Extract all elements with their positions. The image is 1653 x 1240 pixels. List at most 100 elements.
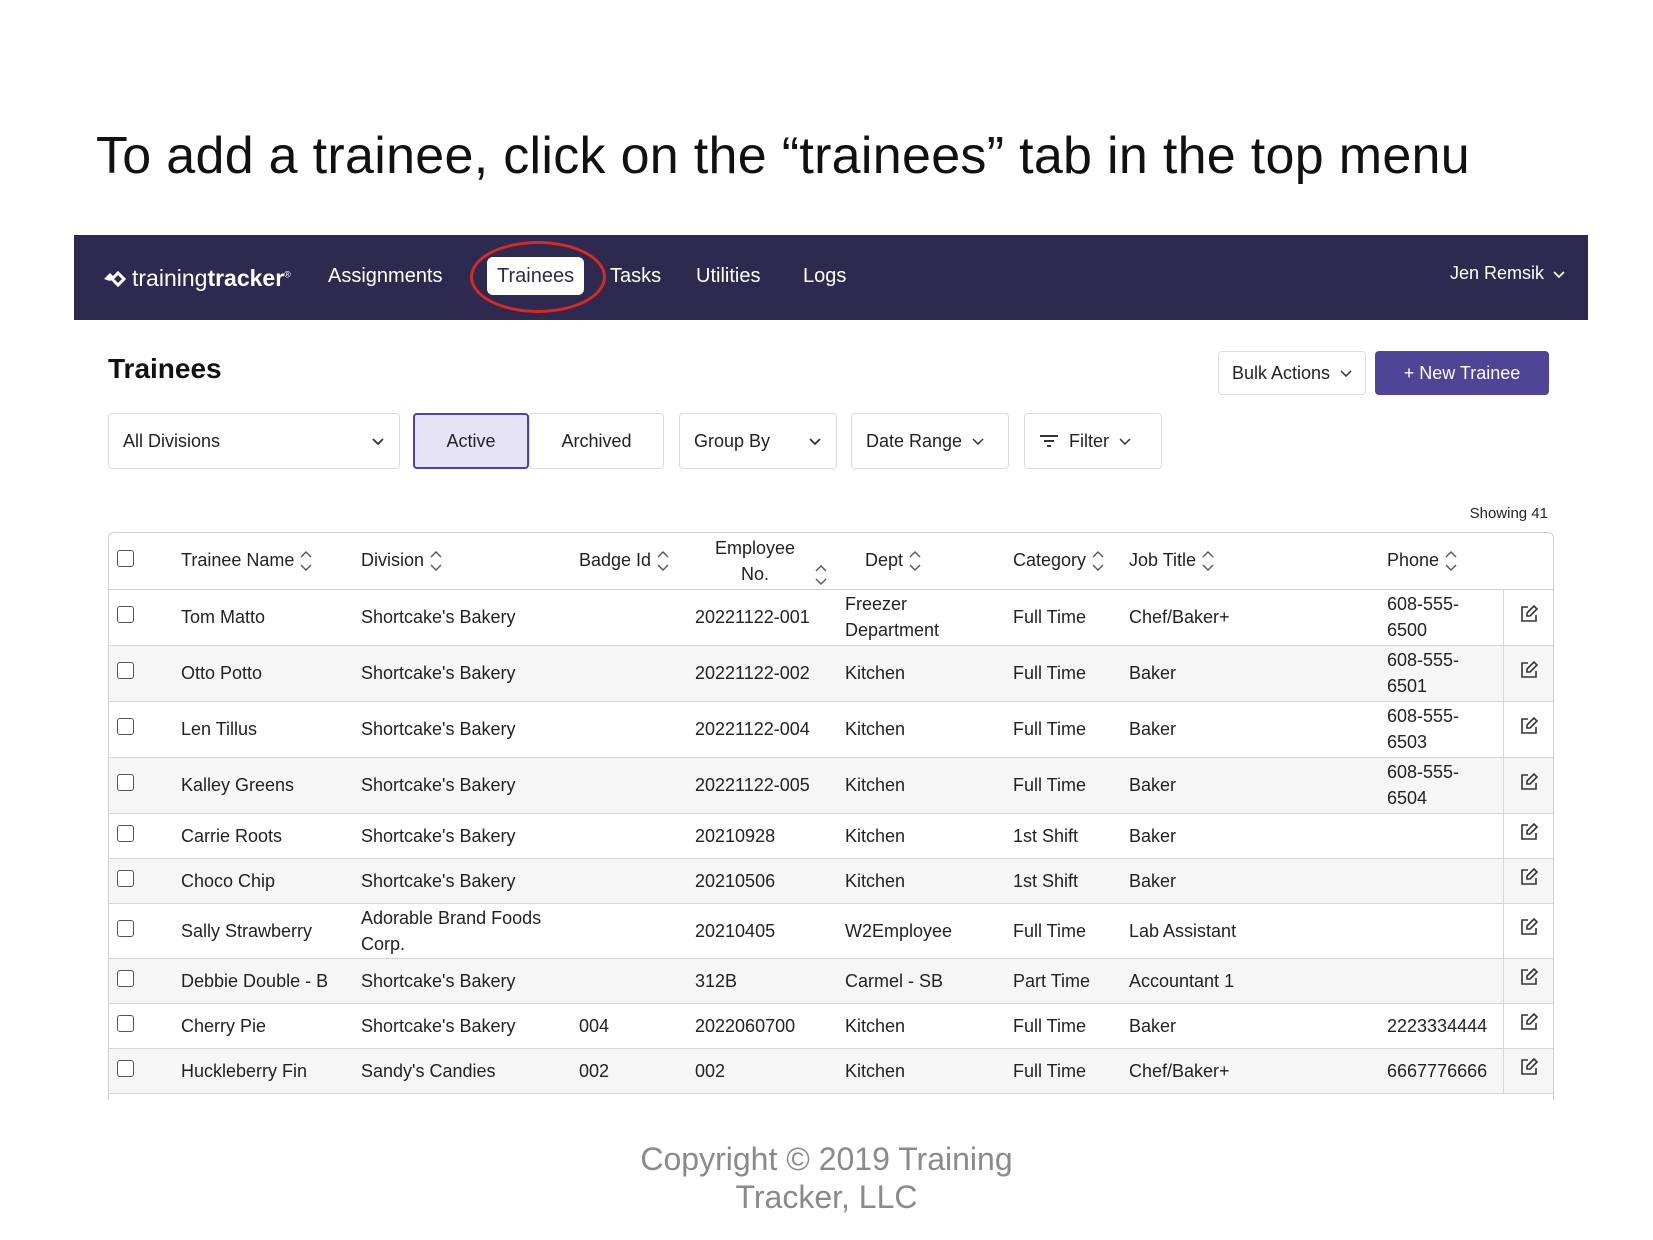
cell-trainee-name: Choco Chip xyxy=(181,870,276,891)
edit-icon[interactable] xyxy=(1519,1012,1539,1032)
page-title: Trainees xyxy=(108,353,222,384)
col-header-employee[interactable]: Employee No. xyxy=(695,533,845,590)
row-checkbox[interactable] xyxy=(117,824,134,842)
logo-registered-mark: ® xyxy=(284,269,291,280)
bulk-actions-button[interactable]: Bulk Actions xyxy=(1218,351,1366,395)
cell-phone: 608-555-6504 xyxy=(1387,762,1460,808)
col-header-name[interactable]: Trainee Name xyxy=(181,533,361,590)
cell-division: Shortcake's Bakery xyxy=(361,825,516,846)
row-checkbox[interactable] xyxy=(117,774,134,791)
col-header-badge[interactable]: Badge Id xyxy=(579,533,695,590)
edit-icon[interactable] xyxy=(1519,660,1539,680)
cell-phone: 2223334444 xyxy=(1387,1015,1488,1036)
cell-division: Shortcake's Bakery xyxy=(361,663,516,683)
chevron-down-icon xyxy=(1553,270,1565,278)
cell-employee-no: 20221122-002 xyxy=(695,663,810,683)
edit-icon[interactable] xyxy=(1519,822,1539,842)
slide-instruction: To add a trainee, click on the “trainees… xyxy=(96,127,1470,185)
nav-tasks[interactable]: Tasks xyxy=(600,257,671,295)
table-row[interactable]: Debbie Double - B Shortcake's Bakery 312B C… xyxy=(109,958,1553,1004)
table-row[interactable]: Carrie Roots Shortcake's Bakery 20210928 Ki… xyxy=(109,813,1553,859)
edit-icon[interactable] xyxy=(1519,1057,1539,1077)
cell-dept: Kitchen xyxy=(845,719,906,739)
date-range-select[interactable]: Date Range xyxy=(851,413,1009,469)
row-checkbox[interactable] xyxy=(117,662,134,679)
cell-category: Full Time xyxy=(1013,1015,1087,1036)
row-checkbox[interactable] xyxy=(117,869,134,887)
cell-phone: 608-555-6501 xyxy=(1387,650,1460,696)
row-checkbox[interactable] xyxy=(117,1014,134,1032)
cell-dept: Kitchen xyxy=(845,1060,906,1081)
group-by-select[interactable]: Group By xyxy=(679,413,837,469)
col-header-phone[interactable]: Phone xyxy=(1387,533,1503,590)
edit-icon[interactable] xyxy=(1519,867,1539,887)
chevron-down-icon xyxy=(1119,438,1131,445)
cell-phone: 608-555-6500 xyxy=(1387,594,1460,640)
nav-trainees[interactable]: Trainees xyxy=(487,257,585,295)
date-range-label: Date Range xyxy=(866,430,963,451)
sort-icon xyxy=(1445,550,1457,571)
col-header-division[interactable]: Division xyxy=(361,533,579,590)
col-header-category[interactable]: Category xyxy=(1013,533,1129,590)
table-row[interactable]: Len Tillus Shortcake's Bakery 20221122-004… xyxy=(109,701,1553,758)
cell-employee-no: 20221122-004 xyxy=(695,719,810,739)
cell-employee-no: 20210405 xyxy=(695,920,776,941)
table-row[interactable]: Cherry Pie Shortcake's Bakery 004 202206070… xyxy=(109,1003,1553,1049)
cell-category: Full Time xyxy=(1013,719,1087,739)
active-toggle[interactable]: Active xyxy=(413,413,529,469)
archived-toggle[interactable]: Archived xyxy=(529,413,664,469)
cell-dept: Kitchen xyxy=(845,870,906,891)
logo[interactable]: trainingtracker® xyxy=(102,265,291,292)
cell-trainee-name: Sally Strawberry xyxy=(181,920,313,941)
select-all-checkbox[interactable] xyxy=(117,549,134,567)
cell-category: Full Time xyxy=(1013,607,1087,627)
sort-icon xyxy=(1092,550,1104,571)
table-row[interactable]: Huckleberry Fin Sandy's Candies 002 002 Kitc… xyxy=(109,1048,1553,1094)
row-checkbox[interactable] xyxy=(117,718,134,735)
table-row[interactable]: Otto Potto Shortcake's Bakery 20221122-002… xyxy=(109,645,1553,702)
edit-icon[interactable] xyxy=(1519,716,1539,736)
table-header-row: Trainee Name Division Badge Id Employee N… xyxy=(109,533,1553,590)
row-checkbox[interactable] xyxy=(117,969,134,987)
edit-icon[interactable] xyxy=(1519,604,1539,624)
col-header-job[interactable]: Job Title xyxy=(1129,533,1387,590)
edit-icon[interactable] xyxy=(1519,967,1539,987)
col-header-dept[interactable]: Dept xyxy=(845,533,1013,590)
cell-division: Adorable Brand Foods Corp. xyxy=(361,907,542,954)
nav-utilities[interactable]: Utilities xyxy=(686,257,770,295)
table-row[interactable]: Choco Chip Shortcake's Bakery 20210506 Kitc… xyxy=(109,858,1553,904)
table-row[interactable]: Kalley Greens Shortcake's Bakery 20221122-… xyxy=(109,757,1553,814)
cell-job-title: Accountant 1 xyxy=(1129,970,1235,991)
sort-icon xyxy=(657,550,669,571)
sort-icon xyxy=(300,550,312,571)
nav-assignments[interactable]: Assignments xyxy=(318,257,453,295)
table-row[interactable]: Tom Matto Shortcake's Bakery 20221122-001 F… xyxy=(109,589,1553,646)
row-checkbox[interactable] xyxy=(117,1059,134,1077)
cell-employee-no: 312B xyxy=(695,970,738,991)
copyright-line-2: Tracker, LLC xyxy=(735,1179,918,1215)
cell-trainee-name: Kalley Greens xyxy=(181,775,295,795)
division-select[interactable]: All Divisions xyxy=(108,413,400,469)
cell-badge-id: 002 xyxy=(579,1060,610,1081)
user-menu[interactable]: Jen Remsik xyxy=(1450,263,1566,284)
row-checkbox[interactable] xyxy=(117,606,134,623)
cell-division: Shortcake's Bakery xyxy=(361,1015,516,1036)
table-body: Tom Matto Shortcake's Bakery 20221122-001 F… xyxy=(109,589,1553,1094)
cell-category: Full Time xyxy=(1013,920,1087,941)
cell-job-title: Chef/Baker+ xyxy=(1129,607,1230,627)
table-row[interactable]: Sally Strawberry Adorable Brand Foods Cor… xyxy=(109,903,1553,959)
division-select-value: All Divisions xyxy=(123,430,221,451)
cell-job-title: Baker xyxy=(1129,775,1177,795)
filter-button[interactable]: Filter xyxy=(1024,413,1162,469)
trainees-table: Trainee Name Division Badge Id Employee N… xyxy=(108,532,1554,1100)
edit-icon[interactable] xyxy=(1519,917,1539,937)
nav-logs[interactable]: Logs xyxy=(793,257,856,295)
edit-icon[interactable] xyxy=(1519,772,1539,792)
showing-count: Showing 41 xyxy=(1469,505,1548,522)
row-checkbox[interactable] xyxy=(117,919,134,937)
chevron-down-icon xyxy=(809,437,821,445)
cell-employee-no: 20221122-005 xyxy=(695,775,810,795)
new-trainee-button[interactable]: + New Trainee xyxy=(1375,351,1549,395)
cell-dept: Kitchen xyxy=(845,663,906,683)
copyright-footer: Copyright © 2019 Training Tracker, LLC xyxy=(0,1140,1653,1216)
